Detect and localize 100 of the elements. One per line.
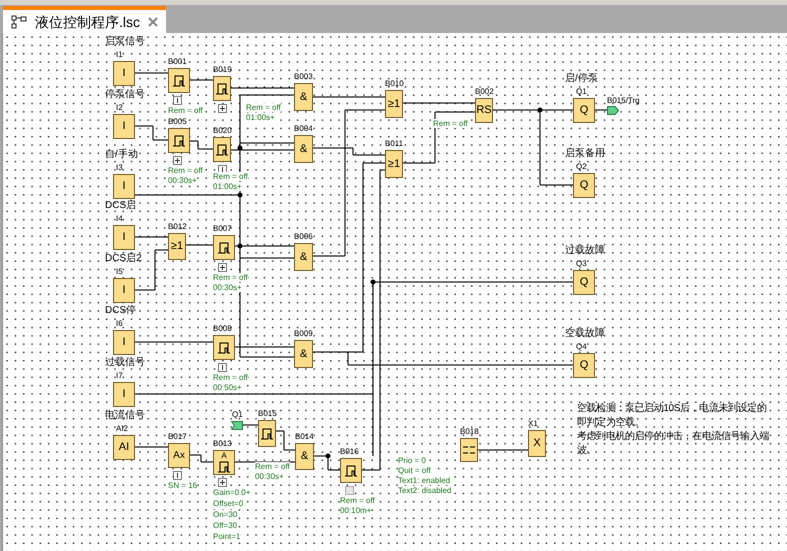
signal-label: 启/停泵 [565,74,598,84]
timer-block[interactable] [168,128,190,153]
timer-block[interactable] [213,76,231,101]
gate-block[interactable]: & [294,340,313,368]
block-id-label: I6 [116,320,123,328]
signal-label: 空载故障 [565,329,605,339]
parameter-text: 01:00s+ [213,182,242,191]
output-block[interactable]: Q [573,270,595,295]
block-id-label: B005 [168,118,187,126]
block-symbol: RS [476,105,492,116]
block-id-label: I7 [116,372,123,380]
gate-block[interactable]: & [294,243,313,271]
file-tab[interactable]: 液位控制程序.lsc [3,6,166,33]
block-symbol: ≥1 [388,98,400,110]
pulse-icon [344,464,358,478]
parameter-text: 00:30s+ [213,283,242,292]
block-id-label: B016 [340,448,359,456]
input-block[interactable]: I [113,114,135,139]
block-id-label: B010 [385,80,404,88]
block-symbol: Q [580,105,588,116]
block-symbol: I [122,232,126,243]
parameter-text: Rem = off [168,166,203,175]
timer-block[interactable] [213,235,235,260]
expand-toggle-icon[interactable] [218,165,227,174]
signal-label: DCS停 [105,306,136,316]
parameter-text: Quit = off [398,466,431,475]
pulse-icon [172,74,186,88]
input-block[interactable]: I [113,174,135,199]
parameter-text: Off=30 [213,521,238,530]
timer-block[interactable] [340,458,362,483]
block-symbol: I [122,389,126,400]
block-symbol: I [122,68,126,79]
block-id-label: B002 [475,88,494,96]
timer-block[interactable] [168,68,190,93]
signal-label: DCS启 [105,201,136,211]
parameter-text: Gain=0.0+ [213,488,250,497]
block-symbol: I [122,181,126,192]
block-id-label: Q2 [576,163,587,171]
expand-toggle-icon[interactable] [218,104,227,113]
connector-flag-icon[interactable] [607,106,619,115]
signal-label: 过载信号 [105,358,145,368]
gate-block[interactable]: X [528,430,546,457]
input-block[interactable]: AI [113,435,135,460]
output-block[interactable]: Q [573,98,595,123]
block-id-label: Q1 [576,88,587,96]
block-symbol: & [300,144,308,154]
wire [134,236,168,238]
connector-flag-icon[interactable] [231,421,243,430]
timer-block[interactable] [258,420,276,447]
threshold-block[interactable]: A [213,450,235,475]
input-block[interactable]: I [113,61,135,86]
block-id-label: B001 [168,58,187,66]
expand-toggle-icon[interactable] [173,96,182,105]
connector-label: B015/Trg [607,97,640,105]
block-id-label: B003 [294,73,313,81]
output-block[interactable]: Q [573,173,595,198]
gate-block[interactable]: ≥1 [168,233,186,260]
amplifier-block[interactable]: Ax [168,443,190,468]
expand-toggle-icon[interactable] [218,363,227,372]
block-id-label: B011 [385,140,404,148]
wire [134,72,168,74]
block-id-label: B007 [213,225,232,233]
gate-block[interactable]: RS [475,98,493,123]
gate-block[interactable]: ≥1 [385,150,403,178]
message-text-icon [462,444,476,456]
gate-block[interactable]: ≥1 [385,90,403,118]
input-block[interactable]: I [113,382,135,407]
comment-text: 即判定为空载。 [577,418,646,428]
block-symbol: I [122,121,126,132]
signal-label: 过载故障 [565,246,605,256]
junction-dot [238,146,242,150]
wire [186,244,214,246]
parameter-text: Rem = off [168,106,203,115]
block-symbol: ≥1 [388,158,400,170]
expand-toggle-icon[interactable] [218,263,227,272]
block-symbol: Q [580,180,588,191]
parameter-text: Rem = off [213,373,248,382]
parameter-text: Rem = off [213,273,248,282]
timer-block[interactable] [213,335,235,360]
input-block[interactable]: I [113,330,135,355]
input-block[interactable]: I [113,225,135,250]
expand-toggle-icon[interactable] [218,478,227,487]
output-block[interactable]: Q [573,353,595,378]
timer-block[interactable] [213,137,231,162]
junction-dot [538,108,542,112]
pulse-icon [217,460,231,474]
close-icon[interactable] [148,16,158,26]
gate-block[interactable]: & [294,83,313,111]
tab-title: 液位控制程序.lsc [35,14,140,28]
block-symbol: X [533,438,541,449]
gate-block[interactable]: & [295,443,314,470]
expand-toggle-icon[interactable] [173,471,182,480]
input-block[interactable]: I [113,278,135,303]
gate-block[interactable]: & [294,135,313,163]
expand-toggle-icon[interactable] [173,156,182,165]
parameter-text: Rem = off [246,103,281,112]
parameter-text: Rem = off [255,462,290,471]
block-id-label: B012 [168,223,187,231]
message-block[interactable] [460,438,478,462]
junction-dot [238,192,242,198]
